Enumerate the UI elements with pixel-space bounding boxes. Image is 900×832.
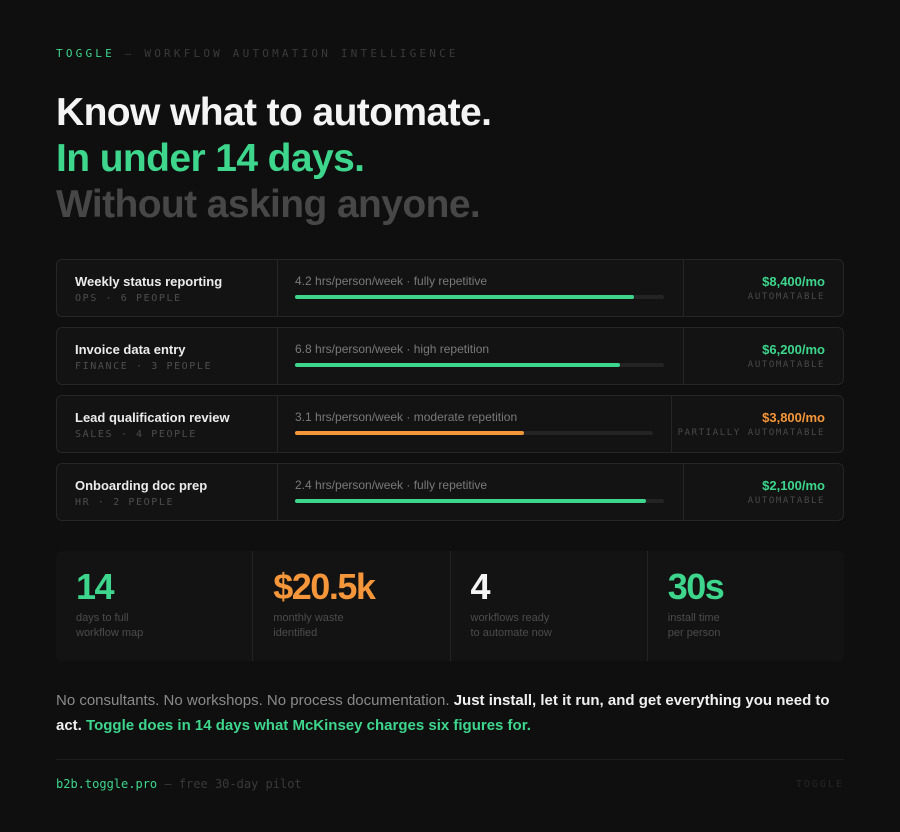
workflow-metric: 2.4 hrs/person/week · fully repetitive (295, 464, 664, 520)
monthly-amount: $6,200/mo (762, 342, 825, 357)
headline-line-1: Know what to automate. (56, 91, 492, 134)
headline: Know what to automate. In under 14 days.… (56, 90, 492, 228)
repetition-bar (295, 363, 664, 367)
repetition-bar-fill (295, 363, 620, 367)
workflow-team: HR · 2 PEOPLE (75, 497, 175, 508)
automation-tag: PARTIALLY AUTOMATABLE (677, 428, 825, 438)
workflow-hours: 2.4 hrs/person/week · fully repetitive (295, 478, 488, 492)
tagline: WORKFLOW AUTOMATION INTELLIGENCE (144, 47, 459, 60)
footer-brand: TOGGLE (795, 779, 844, 790)
stat-value: 14 (76, 566, 115, 607)
repetition-bar-fill (295, 499, 646, 503)
footer-note: — free 30-day pilot (157, 777, 302, 791)
monthly-amount: $2,100/mo (762, 478, 825, 493)
stat-label: to automate now (470, 627, 552, 639)
body-highlight: Toggle does in 14 days what McKinsey cha… (86, 716, 531, 734)
monthly-amount: $3,800/mo (762, 410, 825, 425)
automation-tag: AUTOMATABLE (747, 360, 825, 370)
body-plain: No consultants. No workshops. No process… (56, 692, 454, 709)
workflow-name: Invoice data entry (75, 342, 186, 357)
workflow-team: OPS · 6 PEOPLE (75, 293, 182, 304)
stat-label: monthly waste (273, 612, 344, 624)
eyebrow-separator: — (114, 47, 145, 60)
workflow-info: Weekly status reporting OPS · 6 PEOPLE (57, 260, 278, 316)
workflow-info: Invoice data entry FINANCE · 3 PEOPLE (57, 328, 278, 384)
monthly-amount: $8,400/mo (762, 274, 825, 289)
headline-line-2: In under 14 days. (56, 137, 365, 180)
stat-value: 4 (470, 566, 491, 607)
column-divider (683, 464, 684, 520)
repetition-bar-fill (295, 295, 635, 299)
repetition-bar (295, 499, 664, 503)
stat-waste: $20.5k monthly waste identified (252, 551, 449, 661)
brand-name: TOGGLE (56, 47, 115, 60)
workflow-metric: 3.1 hrs/person/week · moderate repetitio… (295, 396, 653, 452)
stat-label: install time (667, 612, 720, 624)
body-copy: No consultants. No workshops. No process… (56, 689, 844, 738)
workflow-hours: 4.2 hrs/person/week · fully repetitive (295, 274, 488, 288)
workflow-name: Weekly status reporting (75, 274, 223, 289)
workflow-row: Weekly status reporting OPS · 6 PEOPLE 4… (56, 259, 844, 317)
column-divider (671, 396, 672, 452)
eyebrow: TOGGLE — WORKFLOW AUTOMATION INTELLIGENC… (56, 47, 459, 60)
stat-label: identified (273, 627, 318, 639)
repetition-bar (295, 295, 664, 299)
repetition-bar-fill (295, 431, 525, 435)
workflow-name: Onboarding doc prep (75, 478, 208, 493)
column-divider (683, 260, 684, 316)
workflow-row: Lead qualification review SALES · 4 PEOP… (56, 395, 844, 453)
workflow-metric: 6.8 hrs/person/week · high repetition (295, 328, 664, 384)
stat-value: $20.5k (273, 566, 376, 607)
stats-panel: 14 days to full workflow map $20.5k mont… (56, 551, 844, 661)
stat-label: per person (667, 627, 721, 639)
automation-tag: AUTOMATABLE (747, 496, 825, 506)
stat-value: 30s (667, 566, 725, 607)
stat-install: 30s install time per person (646, 551, 844, 661)
workflow-list: Weekly status reporting OPS · 6 PEOPLE 4… (56, 259, 844, 531)
stat-label: workflow map (76, 627, 144, 639)
workflow-row: Invoice data entry FINANCE · 3 PEOPLE 6.… (56, 327, 844, 385)
automation-tag: AUTOMATABLE (747, 292, 825, 302)
footer-divider (56, 759, 844, 760)
workflow-row: Onboarding doc prep HR · 2 PEOPLE 2.4 hr… (56, 463, 844, 521)
headline-line-3: Without asking anyone. (56, 183, 481, 226)
workflow-hours: 6.8 hrs/person/week · high repetition (295, 342, 490, 356)
workflow-hours: 3.1 hrs/person/week · moderate repetitio… (295, 410, 518, 424)
pilot-link[interactable]: b2b.toggle.pro (56, 777, 157, 791)
footer-cta: b2b.toggle.pro — free 30-day pilot (56, 777, 302, 791)
stat-label: workflows ready (470, 612, 550, 624)
workflow-info: Onboarding doc prep HR · 2 PEOPLE (57, 464, 278, 520)
stat-workflows: 4 workflows ready to automate now (449, 551, 647, 661)
stat-label: days to full (76, 612, 129, 624)
workflow-name: Lead qualification review (75, 410, 230, 425)
workflow-team: SALES · 4 PEOPLE (75, 429, 197, 440)
workflow-team: FINANCE · 3 PEOPLE (75, 361, 213, 372)
repetition-bar (295, 431, 653, 435)
workflow-metric: 4.2 hrs/person/week · fully repetitive (295, 260, 664, 316)
workflow-info: Lead qualification review SALES · 4 PEOP… (57, 396, 278, 452)
column-divider (683, 328, 684, 384)
stat-days: 14 days to full workflow map (56, 551, 252, 661)
